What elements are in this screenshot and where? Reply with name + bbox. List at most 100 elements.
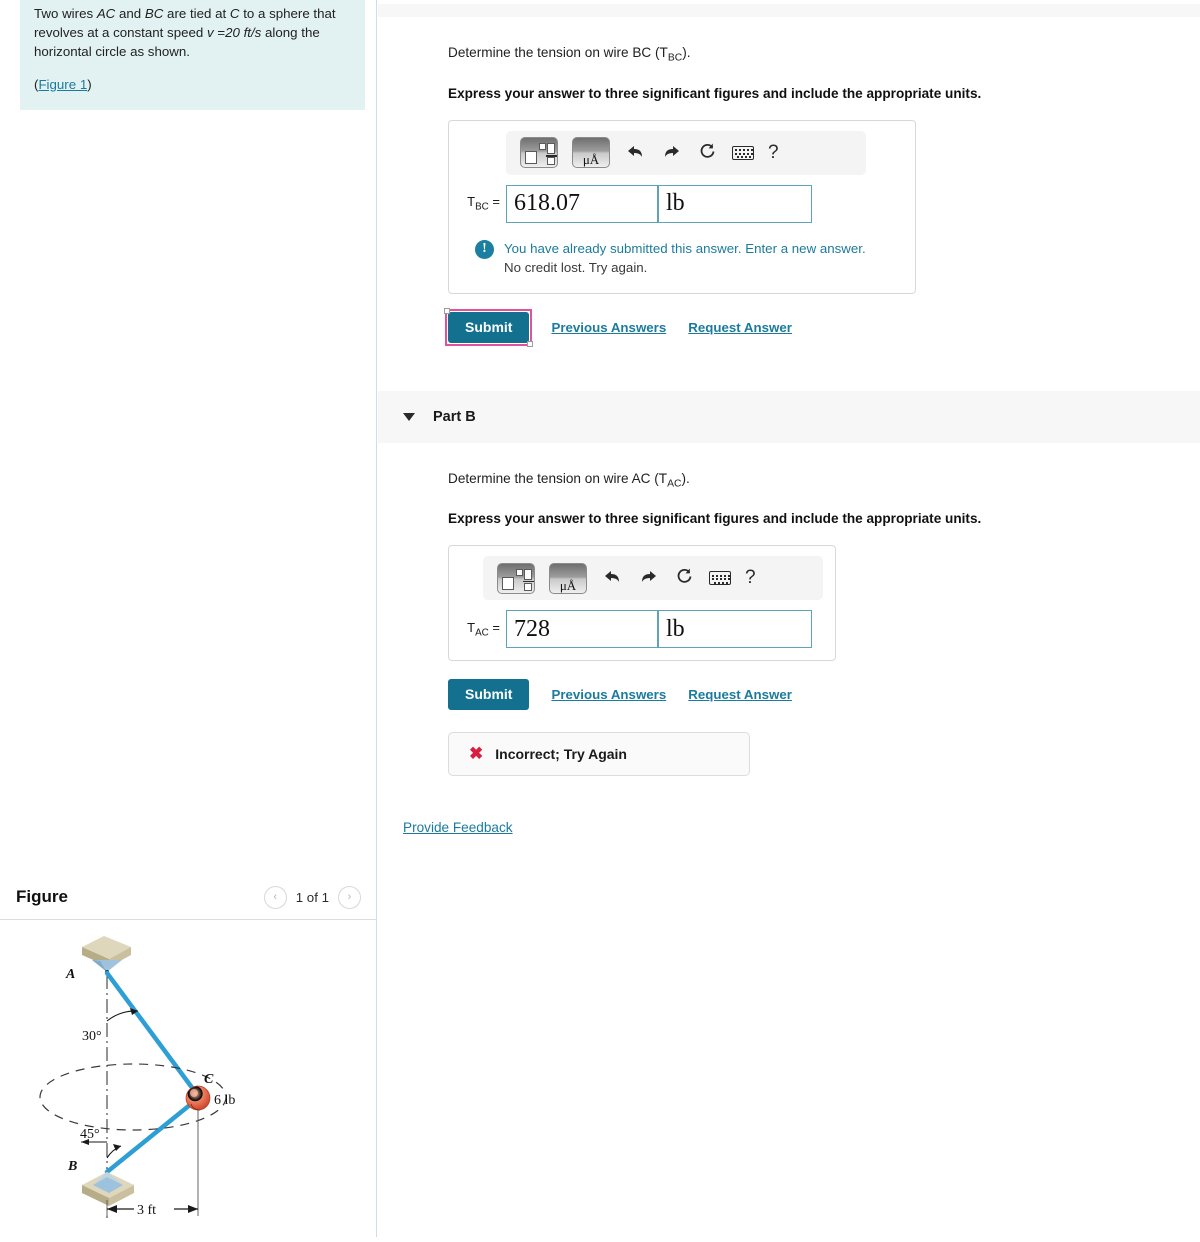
problem-statement: Two wires AC and BC are tied at C to a s… (20, 0, 365, 110)
wire-ac-label: AC (96, 6, 116, 21)
figure-1-link[interactable]: Figure 1 (38, 77, 87, 92)
point-c-label: C (229, 6, 240, 21)
template-box-1 (525, 151, 537, 165)
part-a-instruction: Express your answer to three significant… (448, 85, 982, 101)
right-panel: Determine the tension on wire BC (TBC). … (378, 0, 1200, 1237)
part-b-answer-card: μÅ ? TAC = 728 lb (448, 545, 836, 662)
part-a-question-post: ). (682, 45, 691, 60)
units-icon-label: μÅ (559, 577, 577, 593)
part-a-submit-row: Submit Previous Answers Request Answer (443, 307, 1200, 347)
provide-feedback-link[interactable]: Provide Feedback (403, 820, 513, 835)
problem-text-2: and (115, 6, 145, 21)
part-a-request-answer-link[interactable]: Request Answer (688, 320, 792, 335)
reset-icon[interactable] (696, 142, 718, 164)
part-b-submit-row: Submit Previous Answers Request Answer (448, 679, 1200, 711)
support-block-b (82, 1172, 134, 1206)
part-b-math-toolbar: μÅ ? (483, 556, 823, 601)
speed-equals: = (213, 25, 226, 40)
part-b-question-post: ). (681, 470, 690, 486)
part-a-body: Determine the tension on wire BC (TBC). … (378, 45, 1200, 347)
part-b-question-pre: Determine the tension on wire AC (T (448, 470, 668, 486)
support-block-a (82, 936, 131, 972)
redo-icon[interactable] (637, 568, 659, 588)
part-b-question: Determine the tension on wire AC (TAC). (448, 471, 1200, 490)
figure-diagram[interactable]: A 30° 45° B C 6 lb 3 ft (0, 920, 377, 1237)
part-b-answer-symbol: TAC = (461, 620, 506, 639)
part-b-label: Part B (433, 408, 476, 425)
next-figure-icon[interactable]: › (338, 885, 361, 909)
part-b-question-sub: AC (667, 478, 682, 490)
part-a-header-band[interactable] (378, 4, 1200, 17)
math-template-icon[interactable] (497, 562, 535, 594)
part-b-submit-wrapper: Submit (448, 679, 530, 711)
units-icon[interactable]: μÅ (549, 562, 587, 594)
part-a-symbol-pre: T (467, 194, 476, 210)
part-a-value-input[interactable]: 618.07 (506, 184, 658, 223)
part-a-symbol-sub: BC (475, 202, 489, 214)
part-a-notice-line1: You have already submitted this answer. … (504, 240, 866, 256)
undo-icon[interactable] (601, 568, 623, 588)
help-icon[interactable]: ? (768, 142, 779, 164)
wire-ac (104, 970, 199, 1096)
part-a-notice-line2: No credit lost. Try again. (504, 259, 648, 275)
part-a-units-input[interactable]: lb (658, 184, 812, 223)
wire-bc (104, 1097, 199, 1175)
part-b-value-input[interactable]: 728 (506, 610, 658, 649)
part-a-math-toolbar: μÅ ? (506, 130, 866, 175)
part-a-answer-card: μÅ ? TBC = 618.07 lb ! You have already… (448, 119, 916, 294)
part-b-answer-row: TAC = 728 lb (461, 610, 823, 649)
units-icon[interactable]: μÅ (572, 137, 610, 169)
redo-icon[interactable] (660, 143, 682, 163)
reset-icon[interactable] (673, 567, 695, 589)
part-b-symbol-sub: AC (475, 627, 489, 639)
template-box-1 (502, 576, 514, 590)
part-a-question-pre: Determine the tension on wire BC (T (448, 45, 668, 60)
angle-label-top: 30° (82, 1029, 102, 1044)
figure-counter: 1 of 1 (295, 889, 329, 905)
keyboard-icon[interactable] (732, 145, 754, 160)
info-icon: ! (475, 239, 494, 259)
help-icon[interactable]: ? (745, 567, 756, 589)
weight-label: 6 lb (214, 1093, 235, 1108)
chevron-down-icon[interactable] (403, 412, 415, 421)
previous-figure-icon[interactable]: ‹ (263, 885, 287, 909)
sphere-highlight (190, 1089, 198, 1097)
template-box-2 (539, 143, 546, 151)
part-b-previous-answers-link[interactable]: Previous Answers (551, 687, 666, 702)
math-template-icon[interactable] (520, 137, 558, 169)
label-b: B (67, 1159, 77, 1174)
dim-arrow-left (107, 1205, 117, 1213)
problem-text: Two wires AC and BC are tied at C to a s… (34, 4, 351, 61)
label-a: A (65, 967, 75, 982)
units-icon-label: μÅ (582, 152, 600, 168)
part-b-submit-button[interactable]: Submit (448, 679, 530, 711)
keyboard-icon[interactable] (709, 571, 731, 586)
undo-icon[interactable] (624, 143, 646, 163)
part-a-question-sub: BC (667, 52, 683, 64)
part-b-units-input[interactable]: lb (658, 610, 812, 649)
template-box-4 (547, 157, 555, 166)
part-a-previous-answers-link[interactable]: Previous Answers (551, 320, 666, 335)
part-a-answer-row: TBC = 618.07 lb (461, 184, 903, 223)
part-b-instruction: Express your answer to three significant… (448, 511, 982, 527)
label-c: C (204, 1072, 214, 1087)
part-b-body: Determine the tension on wire AC (TAC). … (378, 471, 1200, 838)
figure-reference: (Figure 1) (34, 75, 351, 94)
incorrect-icon: ✖ (469, 744, 484, 764)
part-b-request-answer-link[interactable]: Request Answer (688, 687, 792, 702)
part-a-notice: ! You have already submitted this answer… (475, 239, 903, 277)
part-b-header-band[interactable]: Part B (378, 390, 1200, 443)
wire-bc-label: BC (144, 6, 164, 21)
figure-panel-title: Figure (16, 887, 68, 906)
speed-variable: v (206, 25, 214, 40)
figure-navigation: ‹ 1 of 1 › (263, 885, 361, 909)
left-panel: Two wires AC and BC are tied at C to a s… (0, 0, 377, 1237)
problem-text-3: are tied at (163, 6, 230, 21)
part-a-submit-button[interactable]: Submit (448, 311, 530, 343)
part-a-symbol-post: = (488, 194, 500, 210)
part-a-notice-text: You have already submitted this answer. … (504, 239, 866, 277)
distance-label: 3 ft (137, 1203, 156, 1218)
part-b-result-box: ✖ Incorrect; Try Again (448, 732, 750, 777)
part-a-question: Determine the tension on wire BC (TBC). (448, 45, 1200, 64)
figure-panel-header: Figure ‹ 1 of 1 › (0, 875, 377, 920)
